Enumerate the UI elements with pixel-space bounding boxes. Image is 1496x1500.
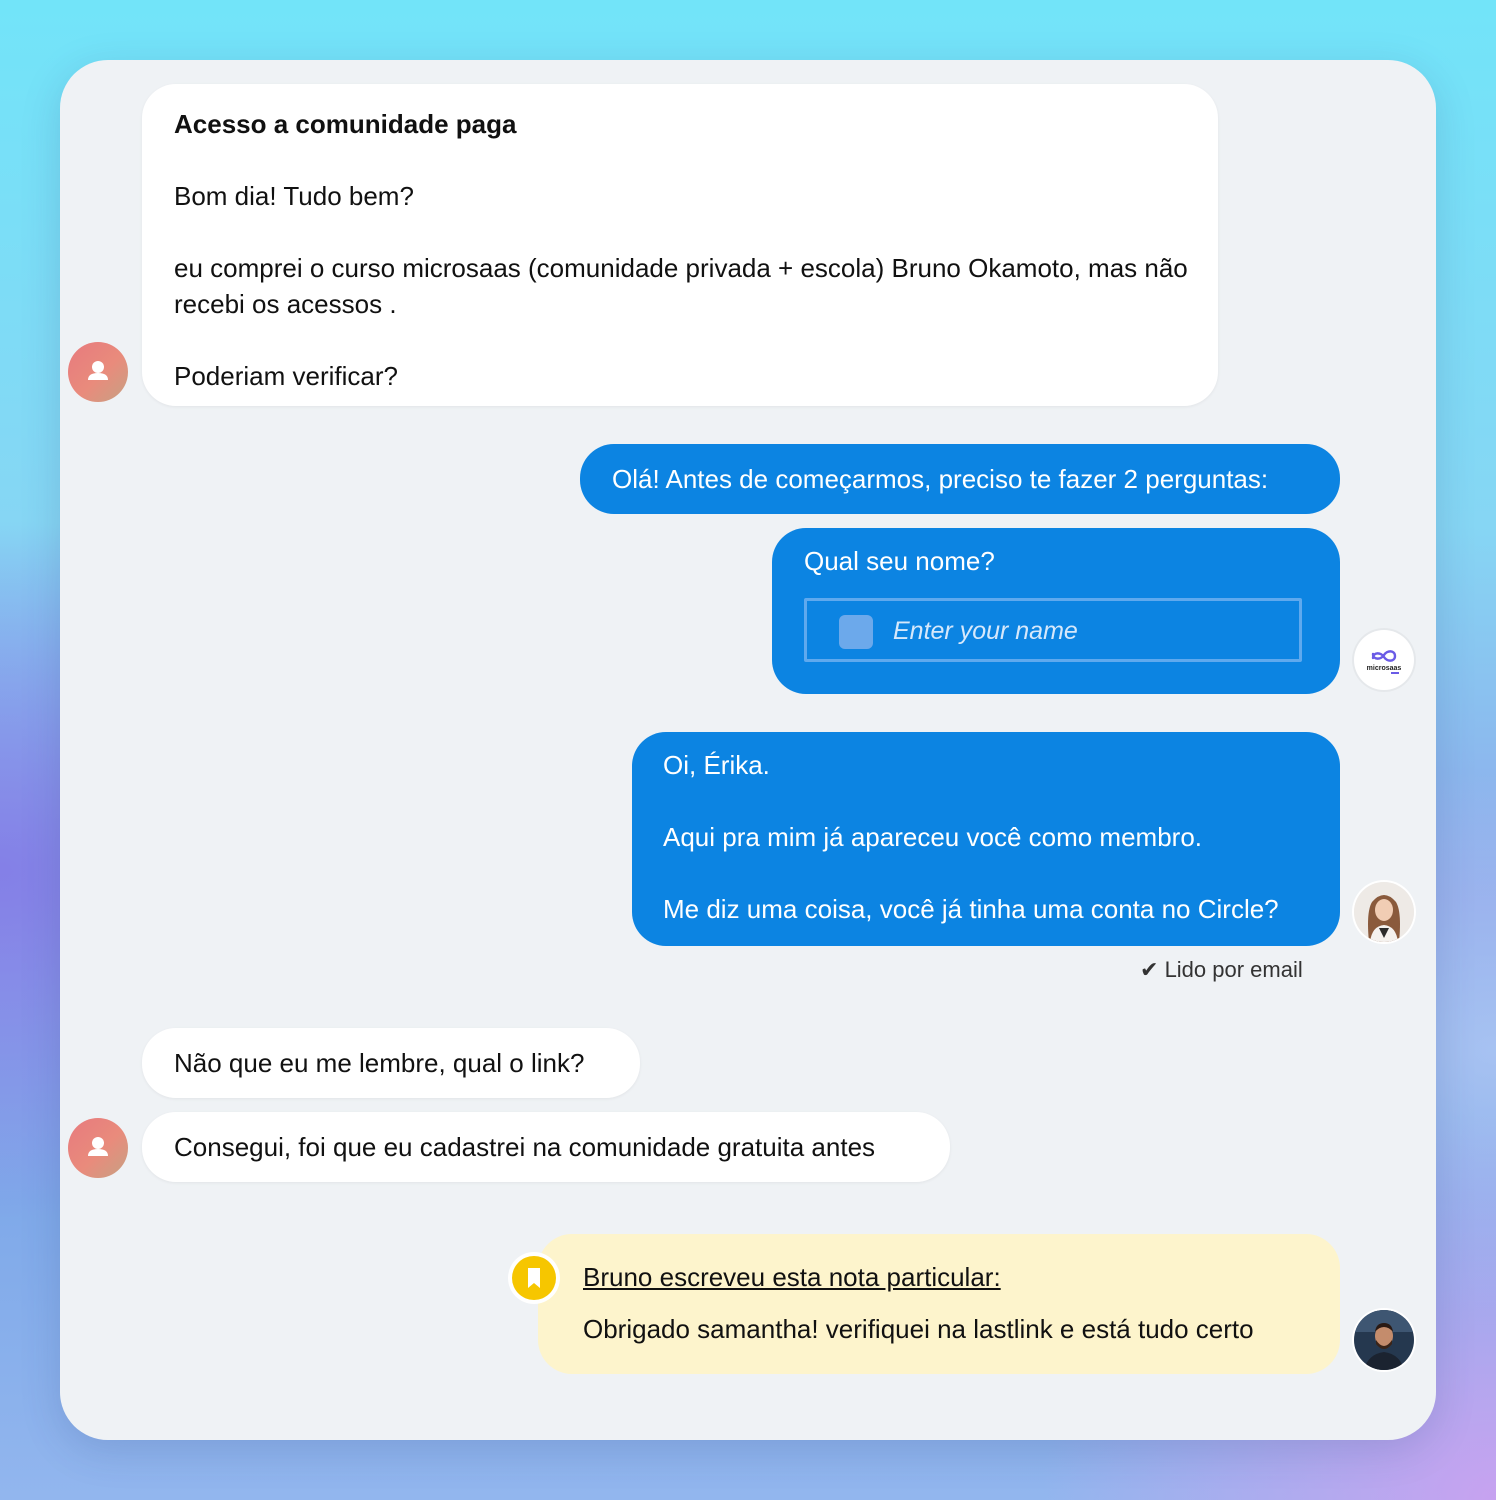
- note-bookmark-badge: [512, 1256, 556, 1300]
- microsaas-logo-icon: microsaas: [1367, 650, 1402, 674]
- message-text: Bom dia! Tudo bem? eu comprei o curso mi…: [174, 181, 1188, 391]
- read-receipt: ✔ Lido por email: [1140, 957, 1303, 983]
- note-text: Obrigado samantha! verifiquei na lastlin…: [583, 1314, 1254, 1344]
- agent-photo: [1354, 882, 1414, 942]
- customer-avatar: [68, 342, 128, 402]
- read-status-text: Lido por email: [1164, 957, 1303, 982]
- checkmark-icon: ✔: [1140, 957, 1159, 982]
- conversation-title: Acesso a comunidade paga: [174, 109, 517, 139]
- name-question: Qual seu nome?: [804, 546, 995, 576]
- user-icon: [88, 1137, 108, 1156]
- outgoing-message: Olá! Antes de começarmos, preciso te faz…: [580, 444, 1340, 514]
- chat-panel: Acesso a comunidade paga Bom dia! Tudo b…: [60, 60, 1436, 1440]
- name-question-form: Qual seu nome?: [772, 528, 1340, 694]
- incoming-message: Consegui, foi que eu cadastrei na comuni…: [142, 1112, 950, 1182]
- logo-text: microsaas: [1367, 665, 1402, 672]
- name-field[interactable]: [804, 598, 1302, 662]
- message-text: Consegui, foi que eu cadastrei na comuni…: [174, 1132, 876, 1162]
- input-icon: [839, 615, 873, 649]
- agent-avatar-bruno: [1354, 1310, 1414, 1370]
- customer-avatar: [68, 1118, 128, 1178]
- agent-avatar-erika: [1354, 882, 1414, 942]
- name-input[interactable]: [891, 609, 1275, 653]
- message-text: Não que eu me lembre, qual o link?: [174, 1048, 585, 1078]
- message-text: Olá! Antes de começarmos, preciso te faz…: [612, 464, 1269, 494]
- incoming-message: Não que eu me lembre, qual o link?: [142, 1028, 640, 1098]
- microsaas-logo-avatar: microsaas: [1354, 630, 1414, 690]
- note-header: Bruno escreveu esta nota particular:: [583, 1262, 1001, 1292]
- message-text: Oi, Érika. Aqui pra mim já apareceu você…: [663, 750, 1279, 924]
- private-note: Bruno escreveu esta nota particular: Obr…: [538, 1234, 1340, 1374]
- bookmark-icon: [528, 1268, 540, 1288]
- user-icon: [88, 361, 108, 380]
- agent-photo: [1354, 1310, 1414, 1370]
- outgoing-message: Oi, Érika. Aqui pra mim já apareceu você…: [632, 732, 1340, 946]
- incoming-message: Acesso a comunidade paga Bom dia! Tudo b…: [142, 84, 1218, 406]
